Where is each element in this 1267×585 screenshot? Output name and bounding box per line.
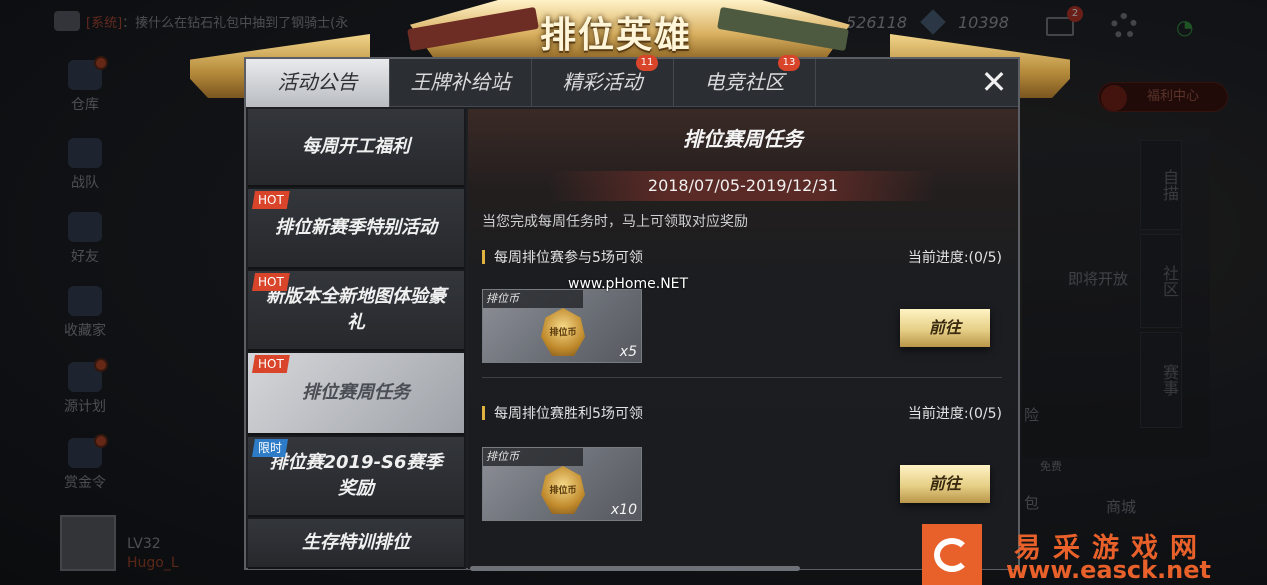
task-progress: 当前进度:(0/5) xyxy=(907,250,1002,266)
hot-tag: HOT xyxy=(252,355,290,373)
date-range: 2018/07/05-2019/12/31 xyxy=(548,171,938,201)
reward-count: x5 xyxy=(619,344,637,360)
task-label: 每周排位赛胜利5场可领 xyxy=(494,406,643,422)
sidebar-item-label: 每周开工福利 xyxy=(302,136,410,157)
sidebar-item-season-rewards[interactable]: 限时 排位赛2019-S6赛季奖励 xyxy=(248,437,464,517)
sidebar-item-weekly-welfare[interactable]: 每周开工福利 xyxy=(248,109,464,187)
sidebar-item-label: 新版本全新地图体验豪礼 xyxy=(266,286,446,333)
sidebar-item-label: 排位新赛季特别活动 xyxy=(275,217,437,238)
sidebar-item-new-season[interactable]: HOT 排位新赛季特别活动 xyxy=(248,189,464,269)
content-title: 排位赛周任务 xyxy=(683,127,803,151)
tab-supply-station[interactable]: 王牌补给站 xyxy=(390,59,532,107)
coin-label: 排位币 xyxy=(549,328,577,338)
tab-announcements[interactable]: 活动公告 xyxy=(246,59,390,107)
announcement-dialog: 活动公告 王牌补给站 精彩活动 11 电竞社区 13 ✕ 每周开工福利 HOT … xyxy=(244,55,1020,570)
tab-bar: 活动公告 王牌补给站 精彩活动 11 电竞社区 13 ✕ xyxy=(246,55,1018,107)
task-row: 每周排位赛胜利5场可领 当前进度:(0/5) xyxy=(482,403,1002,423)
rank-coin-icon: 排位币 xyxy=(541,466,585,514)
limited-tag: 限时 xyxy=(252,439,289,457)
coin-label: 排位币 xyxy=(549,486,577,496)
reward-name: 排位币 xyxy=(483,448,583,466)
tab-esports-community[interactable]: 电竞社区 13 xyxy=(674,55,816,107)
tab-badge: 13 xyxy=(778,55,800,71)
sidebar-item-label: 排位赛周任务 xyxy=(302,382,410,403)
tab-label: 精彩活动 xyxy=(562,70,643,94)
close-icon[interactable]: ✕ xyxy=(974,63,1014,103)
hot-tag: HOT xyxy=(252,191,290,209)
horizontal-scrollbar[interactable] xyxy=(470,566,800,571)
hot-tag: HOT xyxy=(252,273,290,291)
sidebar-item-survival-training[interactable]: 生存特训排位 xyxy=(248,519,464,569)
divider xyxy=(482,377,1002,378)
go-button[interactable]: 前往 xyxy=(900,309,990,347)
watermark-text: www.pHome.NET xyxy=(568,276,689,292)
tab-events[interactable]: 精彩活动 11 xyxy=(532,55,674,107)
site-logo-icon xyxy=(934,538,970,572)
tab-label: 活动公告 xyxy=(277,70,358,94)
sidebar-item-label: 排位赛2019-S6赛季奖励 xyxy=(269,452,443,499)
tab-badge: 11 xyxy=(636,55,658,71)
reward-item[interactable]: 排位币 排位币 x5 xyxy=(482,289,642,363)
activity-sidebar: 每周开工福利 HOT 排位新赛季特别活动 HOT 新版本全新地图体验豪礼 HOT… xyxy=(248,109,466,569)
tab-label: 电竞社区 xyxy=(704,70,785,94)
activity-content: 排位赛周任务 2018/07/05-2019/12/31 当您完成每周任务时，马… xyxy=(468,109,1018,569)
reward-item[interactable]: 排位币 排位币 x10 xyxy=(482,447,642,521)
reward-count: x10 xyxy=(610,502,637,518)
sidebar-item-label: 生存特训排位 xyxy=(302,532,410,553)
sidebar-item-new-map[interactable]: HOT 新版本全新地图体验豪礼 xyxy=(248,271,464,351)
tab-label: 王牌补给站 xyxy=(410,70,511,94)
task-row: 每周排位赛参与5场可领 当前进度:(0/5) xyxy=(482,247,1002,267)
go-button[interactable]: 前往 xyxy=(900,465,990,503)
site-url: www.easck.net xyxy=(1006,556,1211,584)
sidebar-item-ranked-weekly[interactable]: HOT 排位赛周任务 xyxy=(248,353,464,435)
task-progress: 当前进度:(0/5) xyxy=(907,406,1002,422)
reward-name: 排位币 xyxy=(483,290,583,308)
task-label: 每周排位赛参与5场可领 xyxy=(494,250,643,266)
rank-coin-icon: 排位币 xyxy=(541,308,585,356)
content-description: 当您完成每周任务时，马上可领取对应奖励 xyxy=(482,214,748,230)
